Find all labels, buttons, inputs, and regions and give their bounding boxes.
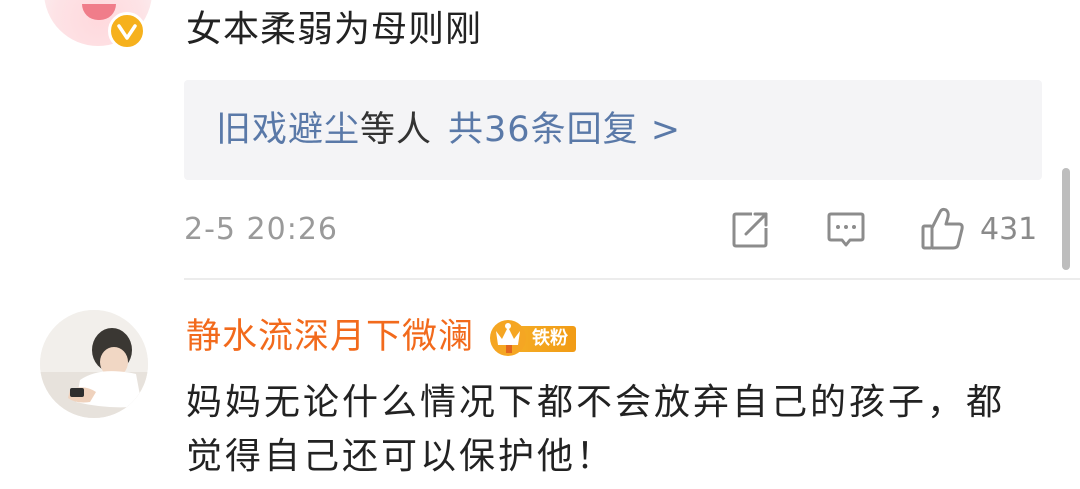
iron-fan-badge[interactable]: 铁粉: [488, 317, 578, 357]
comment-divider: [184, 278, 1080, 280]
reply-usernames[interactable]: 旧戏避尘: [216, 110, 360, 150]
username-link[interactable]: 静水流深月下微澜: [186, 312, 474, 362]
comment-text: 女本柔弱为母则刚: [186, 9, 483, 50]
comment-timestamp: 2-5 20:26: [184, 212, 338, 247]
verified-icon: [108, 12, 146, 50]
avatar-mouth: [82, 4, 116, 20]
badge-label: 铁粉: [532, 328, 569, 349]
comment-meta-row: 2-5 20:26 431: [184, 204, 1042, 256]
reply-others-label: 等人: [360, 110, 433, 150]
comment-text: 妈妈无论什么情况下都不会放弃自己的孩子，都觉得自己还可以保护他！: [186, 382, 1006, 477]
like-count: 431: [980, 212, 1038, 247]
reply-count-link[interactable]: 共36条回复 >: [448, 110, 681, 150]
thumbs-up-icon[interactable]: [920, 206, 966, 252]
crown-icon: [490, 320, 527, 356]
replies-line[interactable]: 旧戏避尘等人 共36条回复 >: [216, 104, 681, 156]
scrollbar-thumb[interactable]: [1062, 168, 1070, 270]
share-icon[interactable]: [730, 210, 770, 250]
username-row: 静水流深月下微澜 铁粉: [186, 312, 578, 362]
user-avatar[interactable]: [40, 310, 148, 418]
replies-summary[interactable]: 旧戏避尘等人 共36条回复 >: [184, 80, 1042, 180]
comment-icon[interactable]: [826, 210, 866, 250]
